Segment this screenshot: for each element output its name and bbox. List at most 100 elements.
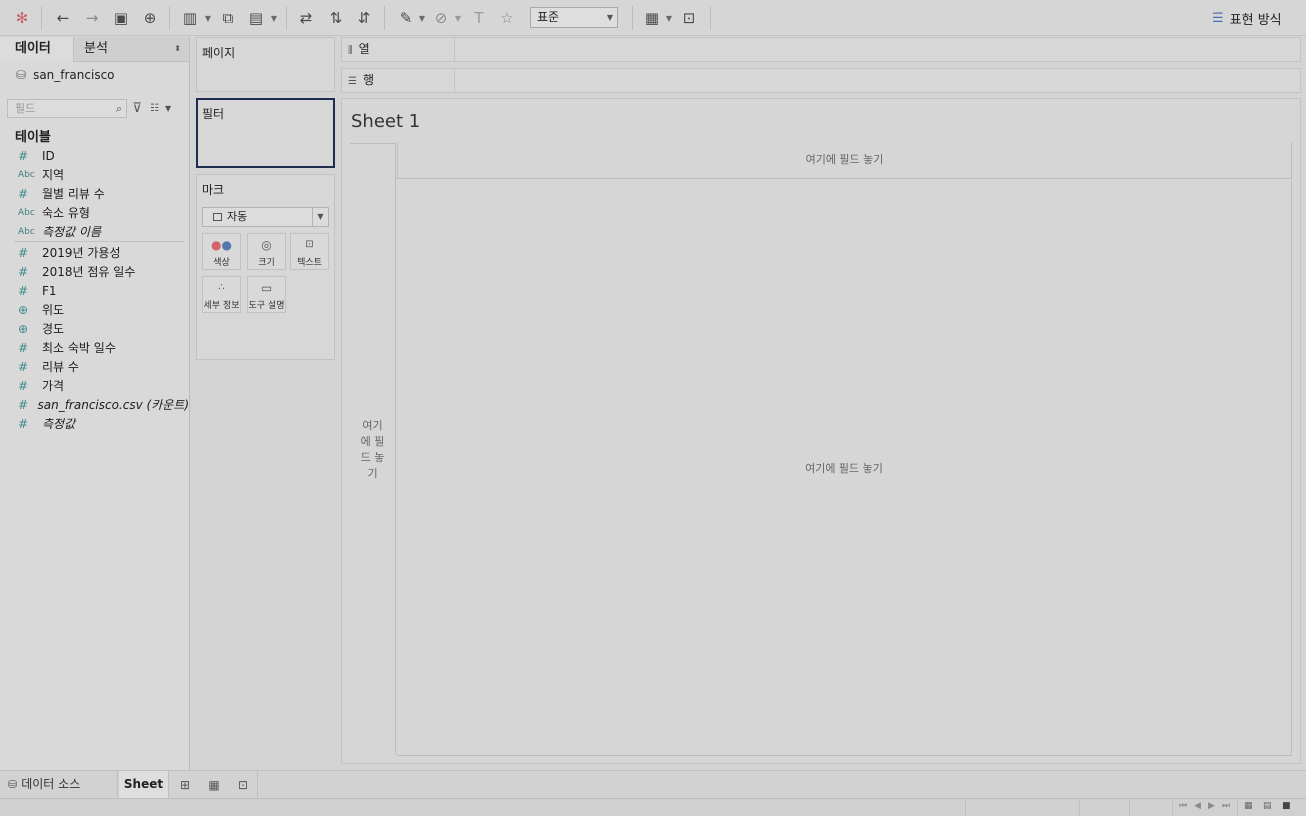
show-me-button[interactable]: ☰ 표현 방식 bbox=[1212, 8, 1282, 28]
swap-rows-columns-icon[interactable]: ⇄ bbox=[295, 7, 317, 29]
filter-icon[interactable]: ⊽ bbox=[130, 100, 144, 116]
fit-select[interactable]: 표준 ▼ bbox=[530, 7, 618, 28]
filters-card[interactable]: 필터 bbox=[196, 98, 335, 168]
new-story-icon[interactable]: ⊡ bbox=[233, 775, 253, 795]
field-item[interactable]: # 리뷰 수 bbox=[0, 357, 189, 376]
clear-sheet-icon[interactable]: ▤ bbox=[245, 7, 267, 29]
list-view-icon: ☷ bbox=[150, 102, 159, 114]
field-item[interactable]: # 2018년 점유 일수 bbox=[0, 262, 189, 281]
filmstrip-view-icon[interactable]: ▤ bbox=[1263, 801, 1272, 811]
toolbar: ✻ ← → ▣ ⊕ ▥ ▼ ⧉ ▤ ▼ ⇄ ⇅ ⇵ ✎ ▼ ⊘ ▼ T ☆ 표준… bbox=[0, 0, 1306, 36]
field-item[interactable]: # 가격 bbox=[0, 376, 189, 395]
field-item[interactable]: ⊕ 경도 bbox=[0, 319, 189, 338]
rows-drop-zone[interactable]: 여기에 필드 놓기 bbox=[350, 143, 396, 755]
redo-icon[interactable]: → bbox=[81, 7, 103, 29]
sort-icon[interactable]: ⬍ bbox=[174, 37, 181, 61]
color-button[interactable]: ●● 색상 bbox=[202, 233, 241, 270]
save-icon[interactable]: ▣ bbox=[110, 7, 132, 29]
datasource-item[interactable]: ⛁ san_francisco bbox=[16, 67, 115, 83]
duplicate-sheet-icon[interactable]: ⧉ bbox=[217, 7, 239, 29]
chevron-down-icon[interactable]: ▼ bbox=[418, 11, 426, 25]
field-item[interactable]: # F1 bbox=[0, 281, 189, 300]
field-item[interactable]: # 월별 리뷰 수 bbox=[0, 184, 189, 203]
chevron-down-icon: ▼ bbox=[606, 13, 613, 22]
search-input[interactable]: 필드 ⌕ bbox=[7, 99, 127, 118]
chevron-down-icon[interactable]: ▼ bbox=[665, 11, 673, 25]
toolbar-divider bbox=[632, 6, 633, 30]
sorter-view-icon[interactable]: ▦ bbox=[1244, 801, 1253, 811]
field-item[interactable]: # 측정값 bbox=[0, 414, 189, 433]
measures-divider bbox=[14, 241, 184, 242]
text-button[interactable]: ⊡ 텍스트 bbox=[290, 233, 329, 270]
sort-ascending-icon[interactable]: ⇅ bbox=[325, 7, 347, 29]
field-name: 측정값 bbox=[42, 417, 76, 431]
show-cards-icon[interactable]: ▦ bbox=[641, 7, 663, 29]
next-page-icon[interactable]: ▶ bbox=[1208, 801, 1215, 811]
show-mark-labels-icon[interactable]: T bbox=[468, 7, 490, 29]
field-item[interactable]: # san_francisco.csv (카운트) bbox=[0, 395, 189, 414]
undo-icon[interactable]: ← bbox=[52, 7, 74, 29]
number-icon: # bbox=[18, 186, 29, 201]
tooltip-icon: ▭ bbox=[260, 281, 273, 295]
toolbar-divider bbox=[384, 6, 385, 30]
pages-card[interactable]: 페이지 bbox=[196, 37, 335, 92]
rows-icon: ☰ bbox=[348, 76, 357, 87]
rows-shelf-title: ☰ 행 bbox=[342, 69, 455, 92]
field-item[interactable]: # ID bbox=[0, 146, 189, 165]
highlight-icon[interactable]: ✎ bbox=[395, 7, 417, 29]
pin-axes-icon[interactable]: ☆ bbox=[496, 7, 518, 29]
field-item[interactable]: Abc 숙소 유형 bbox=[0, 203, 189, 222]
detail-button[interactable]: ∴ 세부 정보 bbox=[202, 276, 241, 313]
field-item[interactable]: # 최소 숙박 일수 bbox=[0, 338, 189, 357]
field-item[interactable]: ⊕ 위도 bbox=[0, 300, 189, 319]
color-label: 색상 bbox=[213, 258, 230, 268]
mark-type-select[interactable]: 자동 ▼ bbox=[202, 207, 329, 227]
rows-shelf[interactable]: ☰ 행 bbox=[341, 68, 1301, 93]
size-button[interactable]: ◎ 크기 bbox=[247, 233, 286, 270]
first-page-icon[interactable]: ⏮ bbox=[1179, 801, 1187, 811]
tableau-logo-icon[interactable]: ✻ bbox=[11, 7, 33, 29]
datasource-tab[interactable]: ⛁ 데이터 소스 bbox=[0, 771, 118, 798]
status-divider bbox=[1079, 799, 1080, 816]
presentation-mode-icon[interactable]: ⊡ bbox=[678, 7, 700, 29]
group-members-icon[interactable]: ⊘ bbox=[430, 7, 452, 29]
size-icon: ◎ bbox=[261, 238, 272, 252]
columns-shelf-title: ⫼ 열 bbox=[342, 38, 455, 61]
show-me-label: 표현 방식 bbox=[1229, 12, 1282, 28]
status-divider bbox=[1129, 799, 1130, 816]
chevron-down-icon[interactable]: ▼ bbox=[270, 11, 278, 25]
detail-icon: ∴ bbox=[218, 282, 225, 293]
field-name: 지역 bbox=[42, 168, 65, 182]
center-drop-zone[interactable]: 여기에 필드 놓기 bbox=[397, 180, 1292, 756]
new-dashboard-icon[interactable]: ▦ bbox=[204, 775, 224, 795]
new-worksheet-icon[interactable]: ⊞ bbox=[175, 775, 195, 795]
tab-data[interactable]: 데이터 bbox=[0, 37, 73, 62]
field-name: 리뷰 수 bbox=[42, 360, 79, 374]
field-item[interactable]: # 2019년 가용성 bbox=[0, 243, 189, 262]
tabs-view-icon[interactable]: ■ bbox=[1282, 801, 1291, 811]
chevron-down-icon[interactable]: ▼ bbox=[454, 11, 462, 25]
tooltip-button[interactable]: ▭ 도구 설명 bbox=[247, 276, 286, 313]
columns-shelf[interactable]: ⫼ 열 bbox=[341, 37, 1301, 62]
field-name: 가격 bbox=[42, 379, 65, 393]
new-datasource-icon[interactable]: ⊕ bbox=[139, 7, 161, 29]
tab-divider bbox=[257, 771, 258, 798]
field-item[interactable]: Abc 지역 bbox=[0, 165, 189, 184]
sheet-title[interactable]: Sheet 1 bbox=[351, 111, 420, 132]
chevron-down-icon[interactable]: ▼ bbox=[204, 11, 212, 25]
tab-analysis[interactable]: 분석 ⬍ bbox=[73, 37, 189, 62]
sort-descending-icon[interactable]: ⇵ bbox=[353, 7, 375, 29]
prev-page-icon[interactable]: ◀ bbox=[1194, 801, 1201, 811]
field-item[interactable]: Abc 측정값 이름 bbox=[0, 222, 189, 241]
field-name: san_francisco.csv (카운트) bbox=[37, 398, 189, 412]
search-icon: ⌕ bbox=[115, 102, 122, 115]
columns-label: 열 bbox=[358, 42, 370, 56]
new-worksheet-icon[interactable]: ▥ bbox=[179, 7, 201, 29]
tooltip-label: 도구 설명 bbox=[248, 301, 285, 311]
status-bar: ⏮ ◀ ▶ ⏭ ▦ ▤ ■ bbox=[0, 798, 1306, 816]
view-options-button[interactable]: ☷ ▼ bbox=[150, 100, 182, 116]
columns-icon: ⫼ bbox=[348, 45, 353, 56]
last-page-icon[interactable]: ⏭ bbox=[1222, 801, 1230, 811]
columns-drop-zone[interactable]: 여기에 필드 놓기 bbox=[397, 142, 1292, 179]
sheet-tab[interactable]: Sheet 1 bbox=[119, 771, 169, 816]
